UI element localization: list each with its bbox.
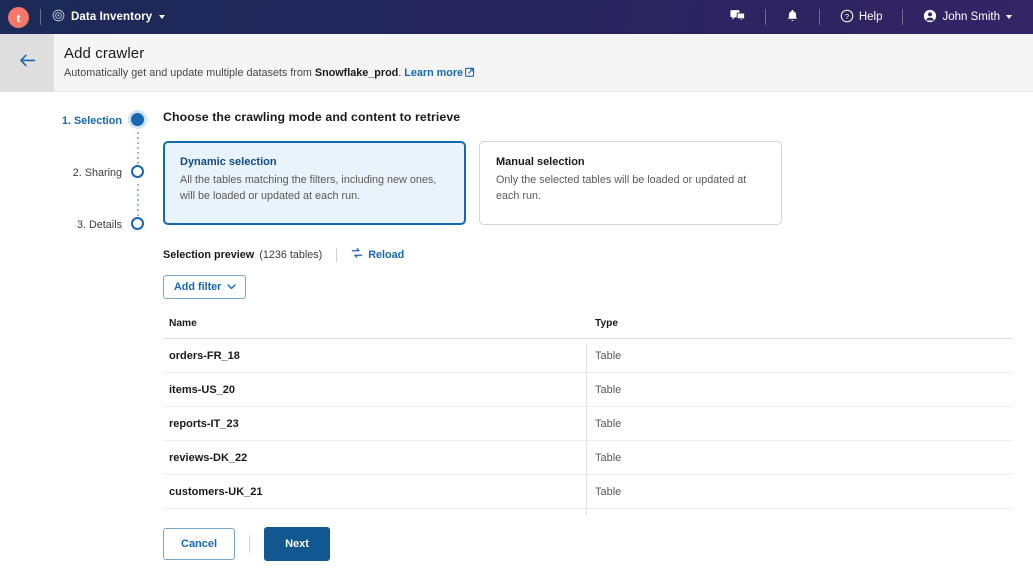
bell-icon — [786, 9, 799, 26]
learn-more-label: Learn more — [404, 67, 464, 79]
cell-type: Table — [595, 349, 622, 362]
step-connector-line — [136, 184, 139, 218]
mode-card-title: Dynamic selection — [180, 156, 277, 168]
cell-name: reports-IT_23 — [169, 417, 239, 430]
learn-more-link[interactable]: Learn more — [404, 67, 475, 79]
user-circle-icon — [923, 9, 937, 26]
subtitle-source-name: Snowflake_prod — [314, 67, 399, 79]
subtitle-suffix: . — [398, 67, 402, 79]
divider — [249, 535, 251, 553]
back-button[interactable] — [0, 34, 54, 92]
wizard-stepper: 1. Selection 2. Sharing 3. Details — [0, 110, 150, 266]
cell-name: reviews-DK_22 — [169, 451, 248, 464]
mode-card-title: Manual selection — [496, 156, 585, 168]
mode-card-dynamic-selection[interactable]: Dynamic selection All the tables matchin… — [163, 141, 466, 225]
selection-preview-table: Name Type orders-FR_18 Table items-US_20… — [163, 318, 1013, 526]
external-link-icon — [465, 67, 475, 81]
page-title: Add crawler — [64, 45, 145, 62]
chevron-down-icon — [227, 281, 237, 293]
cell-type: Table — [595, 383, 622, 396]
table-row[interactable]: orders-FR_18 Table — [163, 339, 1013, 373]
mode-card-description: All the tables matching the filters, inc… — [180, 174, 437, 202]
subtitle-prefix: Automatically get and update multiple da… — [64, 67, 315, 79]
add-filter-label: Add filter — [174, 281, 222, 293]
chevron-down-icon — [159, 15, 166, 19]
crawling-mode-options: Dynamic selection All the tables matchin… — [163, 141, 1023, 225]
add-filter-button[interactable]: Add filter — [163, 275, 247, 299]
cancel-button[interactable]: Cancel — [163, 528, 236, 560]
svg-text:?: ? — [845, 11, 849, 20]
step-indicator-dot — [131, 165, 144, 178]
section-title: Choose the crawling mode and content to … — [163, 110, 461, 124]
app-logo-letter: t — [16, 9, 21, 25]
app-logo[interactable]: t — [8, 6, 29, 28]
user-name-label: John Smith — [942, 11, 1000, 23]
table-row[interactable]: customers-UK_21 Table — [163, 475, 1013, 509]
sidebar-item-step-sharing[interactable]: 2. Sharing — [0, 162, 150, 218]
top-navigation-bar: t Data Inventory ? Help John Smith — [0, 0, 1033, 34]
chevron-down-icon — [1006, 15, 1012, 19]
reload-label: Reload — [368, 248, 405, 261]
page-subtitle: Automatically get and update multiple da… — [64, 66, 475, 81]
main-content: Choose the crawling mode and content to … — [163, 110, 1023, 526]
step-indicator-dot — [131, 217, 144, 230]
selection-preview-header: Selection preview (1236 tables) Reload — [163, 247, 1023, 262]
next-button[interactable]: Next — [264, 527, 330, 561]
help-label: Help — [858, 11, 883, 23]
refresh-icon — [351, 247, 363, 262]
table-header-row: Name Type — [163, 318, 1013, 339]
divider — [336, 247, 338, 262]
sidebar-item-step-details[interactable]: 3. Details — [0, 214, 150, 266]
table-row[interactable]: reviews-DK_22 Table — [163, 441, 1013, 475]
nav-divider — [818, 9, 820, 25]
app-switcher-data-inventory[interactable]: Data Inventory — [52, 9, 166, 25]
chat-icon — [730, 9, 745, 26]
selection-preview-count: (1236 tables) — [259, 248, 323, 261]
table-row[interactable]: items-US_20 Table — [163, 373, 1013, 407]
help-button[interactable]: ? Help — [831, 9, 892, 26]
user-menu-button[interactable]: John Smith — [914, 9, 1021, 26]
step-label: 1. Selection — [61, 115, 122, 127]
cell-type: Table — [595, 485, 622, 498]
reload-button[interactable]: Reload — [351, 247, 404, 262]
step-label: 3. Details — [76, 219, 122, 231]
step-indicator-dot — [131, 113, 144, 126]
nav-divider — [40, 9, 41, 25]
mode-card-description: Only the selected tables will be loaded … — [496, 174, 747, 202]
app-name-label: Data Inventory — [71, 11, 153, 23]
cell-type: Table — [595, 451, 622, 464]
table-row[interactable]: reports-IT_23 Table — [163, 407, 1013, 441]
column-divider — [586, 344, 587, 526]
arrow-left-icon — [19, 54, 36, 72]
table-body[interactable]: orders-FR_18 Table items-US_20 Table rep… — [163, 339, 1013, 521]
step-label: 2. Sharing — [72, 167, 122, 179]
cell-name: items-US_20 — [169, 383, 236, 396]
messages-button[interactable] — [721, 9, 754, 26]
step-connector-line — [136, 132, 139, 166]
column-header-name[interactable]: Name — [163, 318, 586, 329]
wizard-footer: Cancel Next — [0, 515, 1033, 573]
nav-divider — [764, 9, 766, 25]
nav-divider — [902, 9, 904, 25]
cell-name: orders-FR_18 — [169, 349, 240, 362]
selection-preview-label: Selection preview — [163, 248, 255, 261]
sidebar-item-step-selection[interactable]: 1. Selection — [0, 110, 150, 166]
cell-name: customers-UK_21 — [169, 485, 263, 498]
nav-left-group: t Data Inventory — [0, 6, 166, 28]
cell-type: Table — [595, 417, 622, 430]
mode-card-manual-selection[interactable]: Manual selection Only the selected table… — [479, 141, 782, 225]
target-icon — [52, 9, 65, 25]
column-header-type[interactable]: Type — [586, 318, 618, 329]
question-circle-icon: ? — [840, 9, 854, 26]
notifications-button[interactable] — [777, 9, 808, 26]
nav-right-group: ? Help John Smith — [721, 9, 1033, 26]
page-header-text: Add crawler Automatically get and update… — [64, 44, 475, 81]
